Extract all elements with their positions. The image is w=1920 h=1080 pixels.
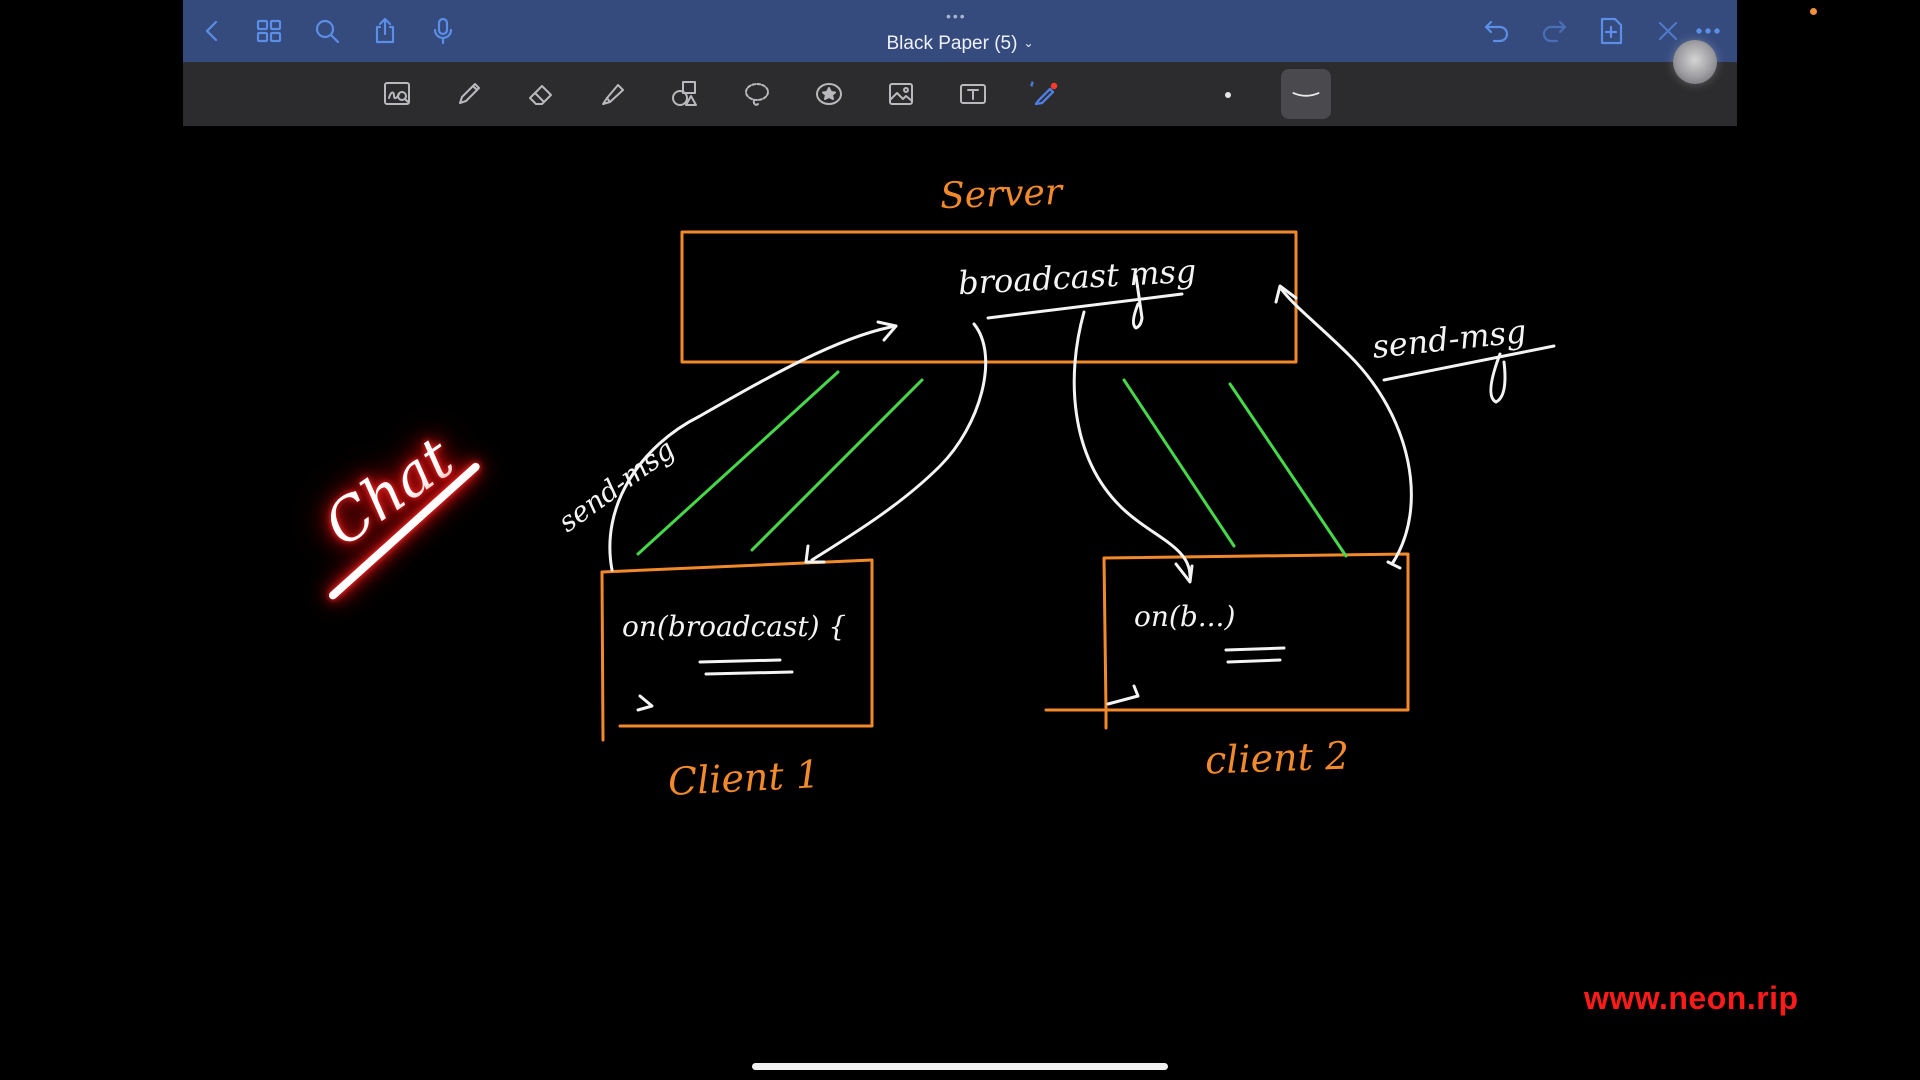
server-label: Server [939,171,1063,218]
shapes-icon[interactable] [665,74,705,114]
lasso-icon[interactable] [737,74,777,114]
green-line-2 [750,378,924,552]
status-dot [1810,8,1817,15]
send-right-g-tail [1489,352,1507,404]
client2-box-tail [1044,708,1108,730]
tool-bar [183,62,1737,126]
document-title-text[interactable]: Black Paper (5) [886,33,1017,54]
drawing-canvas[interactable]: Server broadcast msg send-msg send-msg o… [0,126,1920,1080]
add-page-icon[interactable] [1591,11,1631,51]
undo-icon[interactable] [1477,11,1517,51]
broadcast-arrow-client2 [1072,310,1192,578]
recording-indicator[interactable] [1673,40,1717,84]
pen-stroke-option[interactable] [1281,69,1331,119]
client1-code-label: on(broadcast) { [622,610,847,643]
zoom-window-icon[interactable] [377,74,417,114]
text-box-icon[interactable] [953,74,993,114]
notes-app-window: ••• Black Paper (5) ⌄ [183,0,1737,126]
green-line-4 [1228,382,1348,558]
title-chevron-down-icon[interactable]: ⌄ [1023,36,1033,50]
image-icon[interactable] [881,74,921,114]
pen-size-option[interactable] [1225,92,1231,98]
pen-icon[interactable] [449,74,489,114]
broadcast-arrow-client1 [810,322,988,562]
client1-brace [636,694,654,712]
window-grabber[interactable]: ••• [946,9,967,23]
client1-label: Client 1 [666,752,821,804]
client2-underline-1 [1224,646,1286,652]
title-bar: ••• Black Paper (5) ⌄ [183,0,1737,62]
highlighter-icon[interactable] [593,74,633,114]
watermark: www.neon.rip [1584,980,1799,1016]
client1-underline-2 [704,670,794,676]
redo-icon[interactable] [1534,11,1574,51]
client2-code-label: on(b...) [1134,600,1236,633]
client1-box-left-edge [600,570,605,742]
home-indicator[interactable] [752,1063,1168,1070]
client1-box [600,558,874,728]
eraser-icon[interactable] [521,74,561,114]
sticker-icon[interactable] [809,74,849,114]
app-screen: ••• Black Paper (5) ⌄ Server broadcast m… [0,0,1920,1080]
send-arrow-left-head [876,320,898,342]
client1-underline-1 [698,658,782,664]
client2-brace [1106,684,1140,706]
client2-label: client 2 [1204,733,1350,783]
green-line-3 [1122,378,1236,548]
laser-pointer-icon[interactable] [1025,74,1065,114]
client2-underline-2 [1226,658,1282,664]
